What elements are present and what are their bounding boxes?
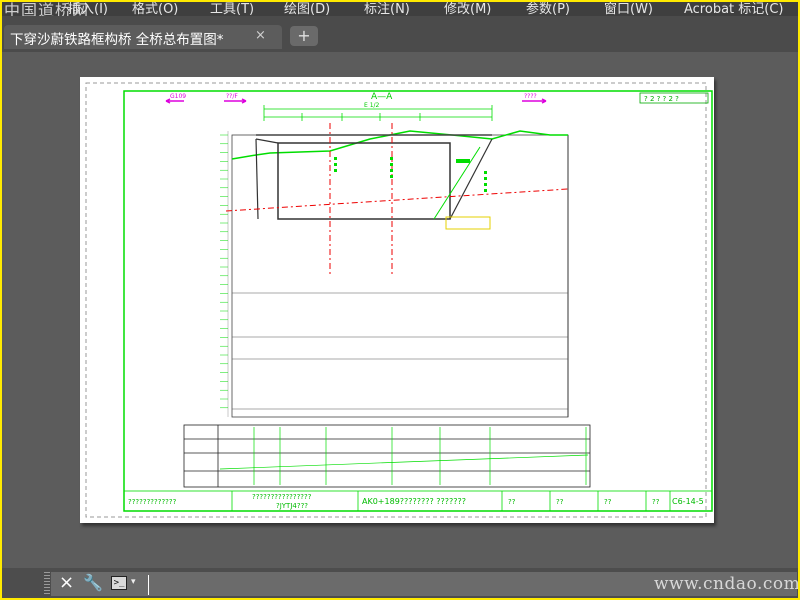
command-prompt-menu[interactable]: >_ ▾ [111,575,145,593]
section-sublabel: E 1/2 [364,102,380,109]
title-block-designer: ?? [508,498,516,506]
terminal-icon: >_ [111,576,127,590]
title-block-company: ????????????? [128,498,177,506]
new-tab-button[interactable]: + [290,26,318,46]
menu-acrobat-markup[interactable]: Acrobat 标记(C) [684,0,784,16]
left-wing [255,138,259,220]
wrench-icon[interactable]: 🔧 [83,573,103,592]
printable-area-border [85,82,707,518]
drawing-workspace[interactable]: A—A E 1/2 G109 ??/F ???? ? 2 ? ? 2 ? ???… [4,52,796,568]
section-label: A—A [371,92,393,102]
tab-title: 下穿沙蔚铁路框构桥 全桥总布置图* [10,32,224,48]
profile-table-content [219,427,589,485]
title-block-sheet-number: C6-14-5 [672,497,704,506]
right-slope-line [433,146,481,220]
menu-parametric[interactable]: 参数(P) [526,0,570,16]
site-watermark: www.cndao.com [654,574,800,594]
soil-profile-frame [231,134,569,418]
menu-dimension[interactable]: 标注(N) [364,0,410,16]
menu-insert[interactable]: 插入(I) [68,0,108,16]
title-block-checker: ?? [556,498,564,506]
elevation-ticks [220,134,228,409]
box-culvert [277,142,451,220]
menu-bar: 中国道桥网 插入(I) 格式(O) 工具(T) 绘图(D) 标注(N) 修改(M… [0,0,800,16]
command-input[interactable] [148,575,554,595]
title-block-project: ???????????????? [252,493,312,501]
layout-paper: A—A E 1/2 G109 ??/F ???? ? 2 ? ? 2 ? ???… [80,77,714,523]
cad-drawing: A—A E 1/2 G109 ??/F ???? ? 2 ? ? 2 ? ???… [85,82,713,518]
left-direction-label-2: ??/F [226,93,238,100]
close-icon[interactable]: × [59,572,74,593]
tab-close-icon[interactable]: × [255,28,266,43]
menu-window[interactable]: 窗口(W) [604,0,653,16]
title-block-drawing-name: AK0+189???????? ??????? [362,497,466,506]
yellow-annotation-box [445,216,491,230]
menu-format[interactable]: 格式(O) [132,0,178,16]
tab-active-drawing[interactable]: 下穿沙蔚铁路框构桥 全桥总布置图* × [4,25,282,49]
title-block-date: ?? [652,498,660,506]
drawing-frame [123,90,713,512]
right-direction-label: ???? [524,93,537,100]
left-wing-top [255,138,279,144]
chevron-down-icon: ▾ [131,577,136,587]
corner-box-text: ? 2 ? ? 2 ? [644,95,679,103]
rebar-markers [334,157,487,192]
menu-tools[interactable]: 工具(T) [210,0,254,16]
command-line-grip[interactable] [44,572,50,596]
left-direction-label: G109 [170,93,186,100]
menu-modify[interactable]: 修改(M) [444,0,491,16]
title-block-reviewer: ?? [604,498,612,506]
profile-table [183,424,591,488]
menu-draw[interactable]: 绘图(D) [284,0,330,16]
title-block-project-code: ?JYTJ4??? [276,502,308,510]
